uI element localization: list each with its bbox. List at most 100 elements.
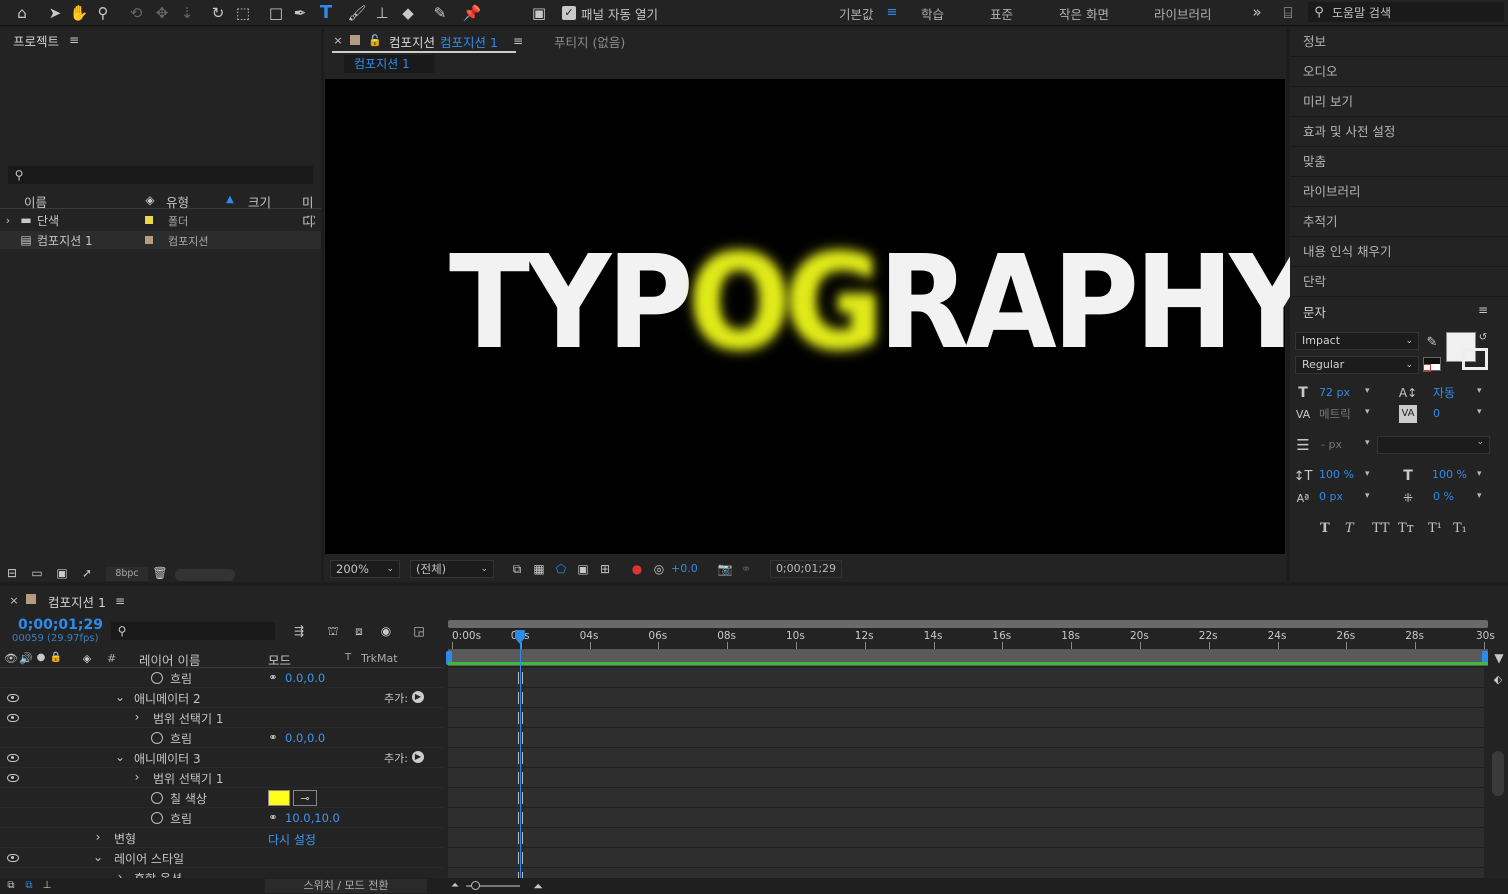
workspace-default[interactable]: 기본값	[839, 4, 874, 23]
chevron-down-icon[interactable]: ▾	[1365, 407, 1370, 417]
auto-open-panel-checkbox[interactable]: ✓	[562, 6, 576, 20]
property-value[interactable]: 0.0,0.0	[285, 671, 325, 685]
zoom-out-icon[interactable]: ⏶	[449, 879, 461, 893]
shy-layers-icon[interactable]: ⧈	[350, 622, 368, 640]
property-value[interactable]: 10.0,10.0	[285, 811, 340, 825]
column-layer-name[interactable]: 레이어 이름	[139, 650, 200, 669]
panel-effects-presets[interactable]: 효과 및 사전 설정	[1290, 117, 1508, 147]
panel-menu-icon[interactable]: ≡	[1476, 303, 1490, 317]
all-caps-button[interactable]: TT	[1372, 521, 1390, 536]
work-area-bar[interactable]	[448, 620, 1488, 628]
stroke-width-value[interactable]: - px	[1321, 438, 1342, 451]
reset-link[interactable]: 다시 설정	[268, 831, 316, 848]
more-workspaces-icon[interactable]: »	[1250, 4, 1264, 20]
small-caps-button[interactable]: Tт	[1398, 521, 1414, 536]
puppet-pin-icon[interactable]: 📌	[462, 3, 482, 23]
link-icon[interactable]: ⚭	[266, 670, 280, 684]
help-search-box[interactable]: ⚲ 도움말 검색	[1308, 2, 1504, 22]
link-icon[interactable]: ⚭	[266, 810, 280, 824]
layer-property-row[interactable]: 흐림 ⚭ 0.0,0.0	[0, 668, 444, 688]
sync-settings-icon[interactable]: ⌸	[1278, 4, 1298, 22]
panel-icon[interactable]: ▣	[530, 3, 548, 23]
chevron-down-icon[interactable]: ▾	[1477, 407, 1482, 417]
new-folder-icon[interactable]: ▭	[29, 565, 45, 581]
chevron-down-icon[interactable]: ⌄	[114, 690, 126, 704]
workspace-standard[interactable]: 표준	[990, 4, 1013, 23]
eye-icon[interactable]	[7, 854, 19, 862]
footage-tab[interactable]: 푸티지 (없음)	[554, 32, 625, 51]
layer-property-row[interactable]: 칠 색상 ⊸	[0, 788, 444, 808]
panel-align[interactable]: 맞춤	[1290, 147, 1508, 177]
no-fill-swatch[interactable]	[1423, 364, 1431, 372]
comp-marker-bin-icon[interactable]: ▼	[1492, 650, 1506, 666]
vertical-scrollbar[interactable]	[1492, 751, 1504, 796]
font-style-dropdown[interactable]: Regular ⌄	[1295, 356, 1419, 374]
zoom-icon[interactable]: ⚲	[94, 3, 112, 23]
tsume-value[interactable]: 0 %	[1433, 490, 1454, 503]
switches-pane-icon[interactable]: ⧉	[22, 879, 36, 893]
flowchart-icon[interactable]: ⛶	[304, 212, 318, 228]
lock-icon[interactable]: 🔓	[368, 32, 382, 48]
label-tag-icon[interactable]: ◈	[80, 651, 94, 665]
column-trkmat[interactable]: TrkMat	[361, 652, 398, 665]
audio-icon[interactable]: 🔊	[19, 651, 33, 665]
property-value[interactable]: 0.0,0.0	[285, 731, 325, 745]
zoom-in-icon[interactable]: ⏶	[530, 879, 546, 893]
composition-flowchart-icon[interactable]: ⇶	[290, 622, 308, 640]
chevron-down-icon[interactable]: ▾	[1477, 386, 1482, 396]
chevron-right-icon[interactable]: ›	[92, 830, 104, 844]
layer-property-row[interactable]: 흐림 ⚭ 10.0,10.0	[0, 808, 444, 828]
pan-icon[interactable]: ✥	[152, 3, 172, 23]
motion-blur-icon[interactable]: ◲	[410, 622, 428, 640]
chevron-right-icon[interactable]: ›	[131, 770, 143, 784]
vertical-scale-value[interactable]: 100 %	[1319, 468, 1354, 481]
eye-icon[interactable]: 👁	[4, 651, 18, 665]
eye-icon[interactable]	[7, 754, 19, 762]
chevron-down-icon[interactable]: ▾	[1365, 386, 1370, 396]
brush-icon[interactable]: 🖌	[347, 3, 367, 23]
stroke-style-dropdown[interactable]: ⌄	[1377, 436, 1490, 454]
panel-menu-icon[interactable]: ≡	[114, 594, 126, 608]
panel-menu-icon[interactable]: ≡	[67, 33, 81, 47]
keyframe-navigator-icon[interactable]: ⬖	[1490, 671, 1506, 687]
chevron-down-icon[interactable]: ▾	[1365, 469, 1370, 479]
switches-modes-toggle[interactable]: 스위치 / 모드 전환	[265, 879, 427, 893]
current-timecode[interactable]: 0;00;01;29	[18, 617, 103, 633]
timeline-track-row[interactable]	[448, 848, 1484, 868]
grid-guides-icon[interactable]: ⊞	[597, 561, 613, 577]
panel-menu-icon[interactable]: ≡	[512, 34, 524, 48]
composition-canvas[interactable]: TYPOGRAPHY	[325, 79, 1315, 554]
timeline-track-row[interactable]	[448, 768, 1484, 788]
label-color-swatch[interactable]	[145, 216, 153, 224]
tracking-value[interactable]: 0	[1433, 407, 1440, 420]
column-mode[interactable]: 모드	[268, 650, 291, 669]
timeline-track-row[interactable]	[448, 788, 1484, 808]
layer-property-row[interactable]: ⌄ 애니메이터 3 추가: ▶	[0, 748, 444, 768]
draft-3d-icon[interactable]: ⛫	[324, 622, 342, 640]
orbit-icon[interactable]: ⟲	[126, 3, 146, 23]
pen-icon[interactable]: ✒	[290, 3, 310, 23]
timeline-track-row[interactable]	[448, 668, 1484, 688]
chevron-down-icon[interactable]: ▾	[1365, 491, 1370, 501]
workspace-learn[interactable]: 학습	[921, 4, 944, 23]
column-name[interactable]: 이름	[24, 192, 47, 211]
faux-italic-button[interactable]: T	[1345, 521, 1354, 536]
baseline-shift-value[interactable]: 0 px	[1319, 490, 1343, 503]
region-of-interest-icon[interactable]: ▣	[575, 561, 591, 577]
bit-depth-button[interactable]: 8bpc	[106, 567, 148, 581]
column-number[interactable]: #	[107, 652, 116, 665]
composition-breadcrumb[interactable]: 컴포지션 1	[344, 55, 434, 73]
kerning-value[interactable]: 메트릭	[1319, 406, 1351, 422]
panel-info[interactable]: 정보	[1290, 27, 1508, 57]
eye-icon[interactable]	[7, 714, 19, 722]
link-icon[interactable]: ⚭	[266, 730, 280, 744]
timeline-track-row[interactable]	[448, 728, 1484, 748]
project-search-input[interactable]: ⚲	[8, 166, 313, 184]
new-composition-icon[interactable]: ▣	[54, 565, 70, 581]
panel-paragraph[interactable]: 단락	[1290, 267, 1508, 297]
clone-stamp-icon[interactable]: ⊥	[372, 3, 392, 23]
project-tab[interactable]: 프로젝트	[13, 31, 59, 50]
font-size-value[interactable]: 72 px	[1319, 386, 1350, 399]
chevron-down-icon[interactable]: ⌄	[114, 750, 126, 764]
stopwatch-icon[interactable]	[151, 792, 163, 804]
